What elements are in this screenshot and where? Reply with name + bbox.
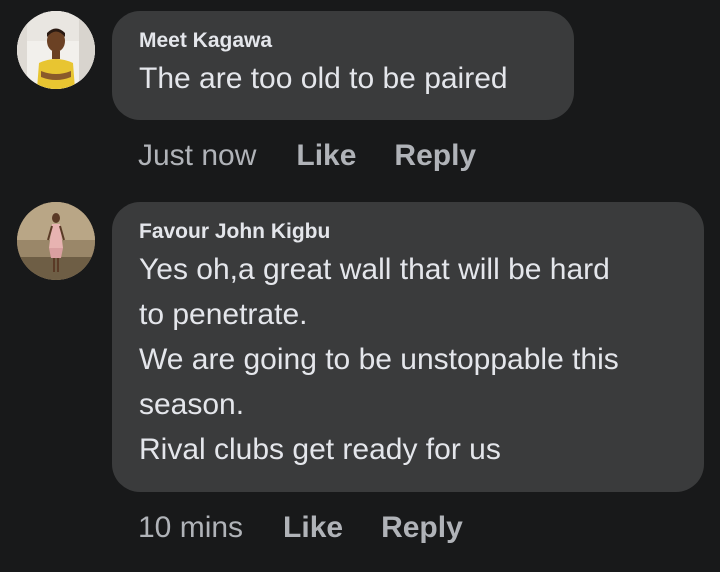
- comment-text-line: season.: [139, 388, 245, 421]
- like-button[interactable]: Like: [296, 139, 356, 173]
- comment-text-line: Rival clubs get ready for us: [139, 433, 501, 466]
- user-photo-icon: [17, 11, 95, 89]
- avatar[interactable]: [17, 202, 95, 280]
- comment-actions: 10 mins Like Reply: [138, 511, 463, 545]
- comment-text-line: to penetrate.: [139, 298, 308, 331]
- comment-bubble: Favour John Kigbu Yes oh,a great wall th…: [112, 202, 704, 492]
- like-button[interactable]: Like: [283, 511, 343, 545]
- reply-button[interactable]: Reply: [394, 139, 476, 173]
- comment-bubble: Meet Kagawa The are too old to be paired: [112, 11, 574, 120]
- comment-author[interactable]: Favour John Kigbu: [139, 220, 678, 244]
- comment-item: Meet Kagawa The are too old to be paired…: [0, 0, 720, 180]
- comment-timestamp: 10 mins: [138, 511, 244, 544]
- user-photo-icon: [17, 202, 95, 280]
- reply-button[interactable]: Reply: [381, 511, 463, 545]
- comment-text: Yes oh,a great wall that will be hard to…: [139, 247, 678, 472]
- avatar[interactable]: [17, 11, 95, 89]
- comment-actions: Just now Like Reply: [138, 139, 476, 173]
- comment-text: The are too old to be paired: [139, 62, 508, 95]
- comment-timestamp: Just now: [138, 139, 257, 172]
- comment-text-line: We are going to be unstoppable this: [139, 343, 619, 376]
- comment-text-line: Yes oh,a great wall that will be hard: [139, 253, 610, 286]
- comment-item: Favour John Kigbu Yes oh,a great wall th…: [0, 180, 720, 572]
- comment-author[interactable]: Meet Kagawa: [139, 29, 548, 53]
